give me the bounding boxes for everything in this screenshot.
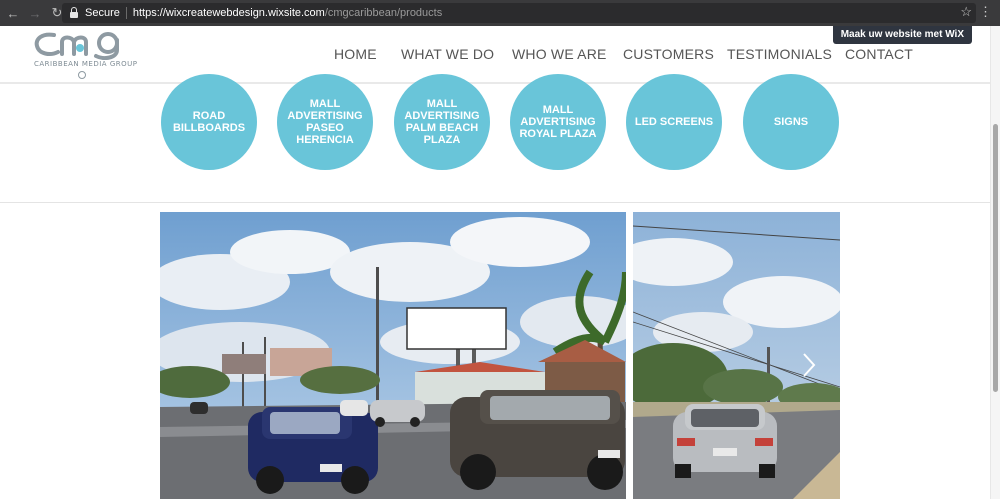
nav-home[interactable]: HOME xyxy=(334,46,377,62)
nav-testimonials[interactable]: TESTIMONIALS xyxy=(727,46,832,62)
product-signs[interactable]: SIGNS xyxy=(743,74,839,170)
nav-who-we-are[interactable]: WHO WE ARE xyxy=(512,46,607,62)
bookmark-star-icon[interactable]: ☆ xyxy=(960,4,972,20)
page-scrollbar[interactable] xyxy=(990,26,1000,499)
product-label: MALL ADVERTISING PASEO HERENCIA xyxy=(287,98,363,146)
product-categories: ROAD BILLBOARDS MALL ADVERTISING PASEO H… xyxy=(0,74,1000,202)
url-path: /cmgcaribbean/products xyxy=(324,7,443,19)
nav-what-we-do[interactable]: WHAT WE DO xyxy=(401,46,494,62)
url-host: https://wixcreatewebdesign.wixsite.com xyxy=(132,7,325,19)
cmg-logo[interactable]: CARIBBEAN MEDIA GROUP xyxy=(34,30,138,82)
product-mall-paseo-herencia[interactable]: MALL ADVERTISING PASEO HERENCIA xyxy=(277,74,373,170)
product-road-billboards[interactable]: ROAD BILLBOARDS xyxy=(161,74,257,170)
product-label: MALL ADVERTISING ROYAL PLAZA xyxy=(519,104,597,140)
product-label: LED SCREENS xyxy=(634,116,714,128)
lock-icon xyxy=(69,7,81,19)
cmg-logo-icon xyxy=(34,32,119,60)
address-separator xyxy=(125,7,127,19)
secure-label: Secure xyxy=(85,7,120,19)
nav-customers[interactable]: CUSTOMERS xyxy=(623,46,714,62)
product-mall-palm-beach-plaza[interactable]: MALL ADVERTISING PALM BEACH PLAZA xyxy=(394,74,490,170)
chevron-right-icon[interactable] xyxy=(802,352,816,378)
product-mall-royal-plaza[interactable]: MALL ADVERTISING ROYAL PLAZA xyxy=(510,74,606,170)
scrollbar-thumb[interactable] xyxy=(993,124,998,392)
back-icon[interactable]: ← xyxy=(4,4,22,22)
address-bar[interactable]: Secure https://wixcreatewebdesign.wixsit… xyxy=(62,3,976,23)
site-header: CARIBBEAN MEDIA GROUP HOME WHAT WE DO WH… xyxy=(0,26,1000,84)
photo-gallery xyxy=(160,212,840,499)
section-divider xyxy=(0,202,990,203)
road-car-photo[interactable] xyxy=(633,212,840,499)
logo-emblem-icon xyxy=(78,71,86,79)
browser-toolbar: ← → ↻ Secure https://wixcreatewebdesign.… xyxy=(0,0,1000,26)
product-label: MALL ADVERTISING PALM BEACH PLAZA xyxy=(404,98,480,146)
nav-contact[interactable]: CONTACT xyxy=(845,46,913,62)
billboard-road-photo[interactable] xyxy=(160,212,626,499)
product-label: SIGNS xyxy=(773,116,809,128)
forward-icon[interactable]: → xyxy=(26,4,44,22)
wix-promo-banner[interactable]: Maak uw website met WiX xyxy=(832,26,972,44)
product-led-screens[interactable]: LED SCREENS xyxy=(626,74,722,170)
logo-subtitle: CARIBBEAN MEDIA GROUP xyxy=(34,60,138,68)
browser-menu-icon[interactable]: ⋮ xyxy=(979,5,992,19)
product-label: ROAD BILLBOARDS xyxy=(172,110,246,134)
